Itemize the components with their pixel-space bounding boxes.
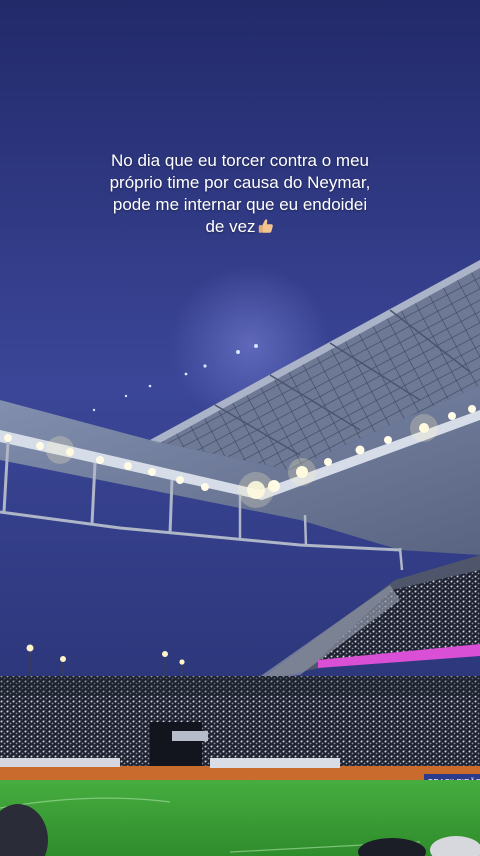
caption-line-3: pode me internar que eu endoidei xyxy=(112,195,368,214)
thumbs-up-icon xyxy=(257,217,275,235)
story-caption: No dia que eu torcer contra o meu própri… xyxy=(40,150,440,238)
ad-boards xyxy=(0,766,480,780)
caption-line-1: No dia que eu torcer contra o meu xyxy=(111,151,369,170)
tunnel-sign xyxy=(172,731,208,741)
caption-line-4-text: de vez xyxy=(205,217,256,236)
caption-line-2: próprio time por causa do Neymar, xyxy=(109,173,371,192)
stadium-photo: BRASILEIRÃO xyxy=(0,0,480,856)
ad-board-white-2 xyxy=(0,758,120,767)
stadium-scene: BRASILEIRÃO xyxy=(0,0,480,856)
caption-line-4: de vez xyxy=(40,216,440,238)
ad-board-white xyxy=(210,758,340,768)
lower-crowd-shade xyxy=(0,676,480,696)
tunnel xyxy=(150,722,202,768)
